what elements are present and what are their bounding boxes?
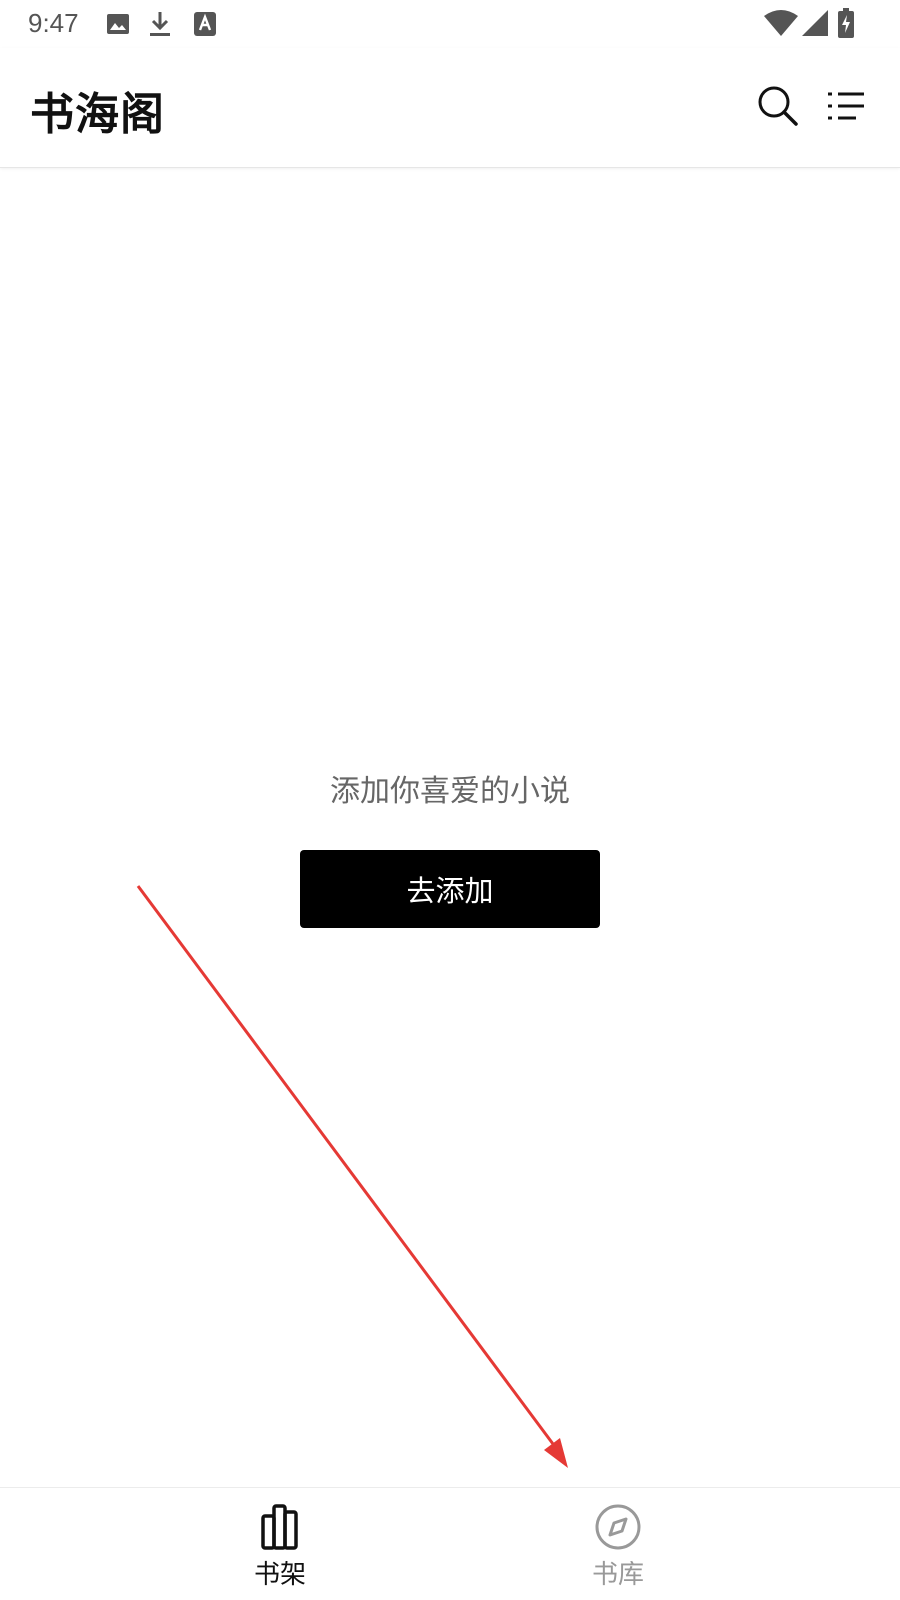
status-bar: 9:47: [0, 0, 900, 48]
bookshelf-icon: [261, 1504, 298, 1550]
empty-state-message: 添加你喜爱的小说: [330, 774, 570, 809]
download-icon: [150, 12, 170, 36]
bottom-nav: 书架 书库: [0, 1487, 900, 1600]
status-time: 9:47: [28, 8, 79, 38]
tab-bookshelf-label: 书架: [253, 1560, 306, 1590]
app-header: 书海阁: [0, 48, 900, 168]
tab-library[interactable]: 书库: [518, 1488, 718, 1600]
wifi-icon: [764, 10, 798, 36]
menu-list-icon: [828, 92, 864, 120]
search-icon: [758, 86, 798, 126]
search-button[interactable]: [756, 84, 800, 128]
tab-bookshelf[interactable]: 书架: [180, 1488, 380, 1600]
add-novel-button[interactable]: 去添加: [300, 850, 600, 928]
menu-button[interactable]: [826, 84, 870, 128]
arrow-shaft: [136, 885, 558, 1449]
tab-library-label: 书库: [591, 1560, 644, 1590]
compass-icon: [595, 1504, 641, 1550]
app-title: 书海阁: [30, 89, 165, 140]
signal-icon: [802, 10, 828, 36]
add-novel-button-label: 去添加: [406, 874, 494, 908]
image-icon: [107, 14, 129, 34]
arrow-head: [544, 1438, 568, 1468]
battery-icon: [838, 8, 854, 38]
a-badge-icon: [194, 12, 216, 36]
